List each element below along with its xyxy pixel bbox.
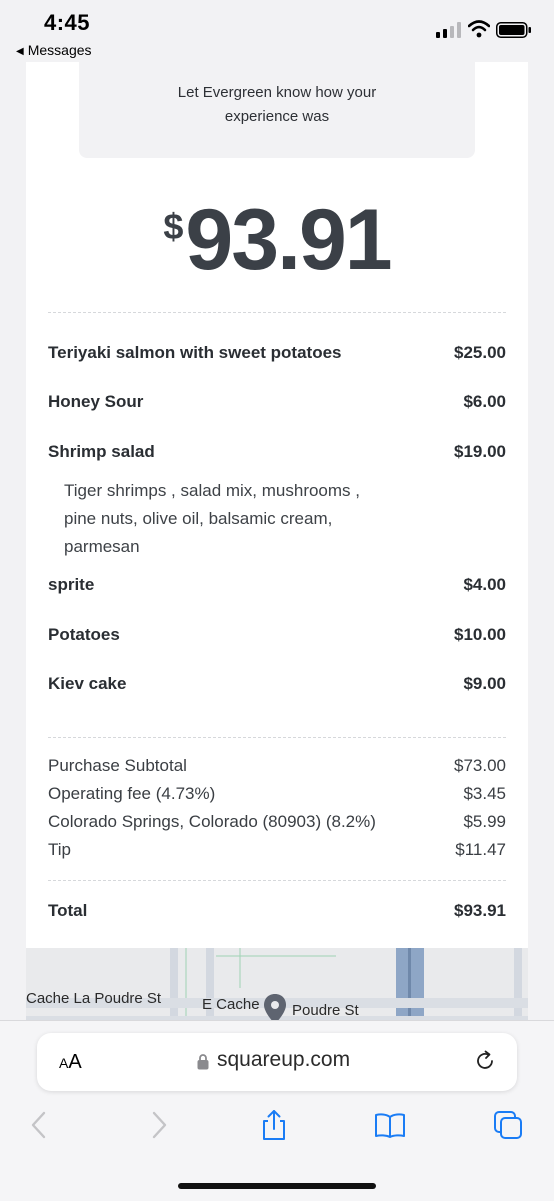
summary-label: Colorado Springs, Colorado (80903) (8.2%… <box>48 812 376 831</box>
item-price: $19.00 <box>454 442 506 461</box>
receipt-card: Let Evergreen know how your experience w… <box>26 62 528 948</box>
map-street-label: Poudre St <box>292 1002 359 1019</box>
bookmarks-icon[interactable] <box>374 1109 406 1141</box>
summary-row: Purchase Subtotal $73.00 <box>48 756 506 780</box>
item-name: Potatoes <box>48 625 120 644</box>
item-name: Teriyaki salmon with sweet potatoes <box>48 343 342 362</box>
item-price: $6.00 <box>463 392 506 411</box>
text-size-large-a: A <box>68 1051 82 1073</box>
summary-label: Purchase Subtotal <box>48 756 187 775</box>
summary-value: $3.45 <box>463 784 506 803</box>
feedback-text-line1: Let Evergreen know how your <box>177 84 377 101</box>
total-row: Total $93.91 <box>48 901 506 925</box>
summary-label: Tip <box>48 840 71 859</box>
browser-toolbar: AA squareup.com <box>0 1020 554 1201</box>
item-description-line: Tiger shrimps , salad mix, mushrooms , <box>64 481 360 500</box>
line-item: Teriyaki salmon with sweet potatoes $25.… <box>48 343 506 367</box>
location-map[interactable]: Cache La Poudre St E Cache Poudre St <box>26 948 528 1024</box>
tabs-icon[interactable] <box>492 1109 524 1141</box>
summary-value: $73.00 <box>454 756 506 775</box>
item-description: Tiger shrimps , salad mix, mushrooms , p… <box>64 477 444 561</box>
summary-value: $11.47 <box>455 840 506 859</box>
amount-value: 93.91 <box>185 192 392 288</box>
map-street-label: E Cache <box>202 996 260 1013</box>
back-app-label: Messages <box>27 42 92 58</box>
item-name: Shrimp salad <box>48 442 155 461</box>
divider <box>48 737 506 738</box>
item-description-line: parmesan <box>64 537 140 556</box>
item-name: Honey Sour <box>48 392 144 411</box>
total-label: Total <box>48 901 88 920</box>
item-price: $9.00 <box>463 674 506 693</box>
address-bar[interactable]: AA squareup.com <box>37 1033 517 1091</box>
wifi-icon <box>468 20 490 38</box>
line-item: Potatoes $10.00 <box>48 625 506 649</box>
item-price: $25.00 <box>454 343 506 362</box>
lock-icon <box>197 1054 209 1070</box>
item-description-line: pine nuts, olive oil, balsamic cream, <box>64 509 333 528</box>
feedback-prompt[interactable]: Let Evergreen know how your experience w… <box>79 62 475 158</box>
forward-arrow-icon[interactable] <box>142 1109 174 1141</box>
summary-row: Operating fee (4.73%) $3.45 <box>48 784 506 808</box>
summary-value: $5.99 <box>463 812 506 831</box>
feedback-text-line2: experience was <box>224 108 330 125</box>
status-time: 4:45 <box>44 10 91 35</box>
back-arrow-icon[interactable] <box>24 1109 56 1141</box>
status-bar: 4:45 ◀ Messages <box>0 0 554 62</box>
divider <box>48 880 506 881</box>
text-size-small-a: A <box>59 1055 69 1071</box>
home-indicator[interactable] <box>178 1183 376 1189</box>
summary-row: Tip $11.47 <box>48 840 506 864</box>
total-value: $93.91 <box>454 901 506 920</box>
item-name: Kiev cake <box>48 674 127 693</box>
cellular-signal-icon <box>436 22 461 38</box>
item-price: $4.00 <box>463 575 506 594</box>
battery-icon <box>496 22 531 38</box>
back-triangle-icon: ◀ <box>16 46 24 57</box>
summary-row: Colorado Springs, Colorado (80903) (8.2%… <box>48 812 506 836</box>
back-to-messages-link[interactable]: ◀ Messages <box>16 42 92 58</box>
line-item: sprite $4.00 <box>48 575 506 599</box>
reload-icon[interactable] <box>473 1049 497 1073</box>
item-name: sprite <box>48 575 95 594</box>
share-icon[interactable] <box>258 1109 290 1141</box>
map-street-label: Cache La Poudre St <box>26 990 162 1007</box>
url-text[interactable]: squareup.com <box>217 1048 350 1072</box>
amount-currency: $ <box>163 206 184 247</box>
total-amount-display: $93.91 <box>26 190 528 290</box>
summary-label: Operating fee (4.73%) <box>48 784 216 803</box>
line-item: Kiev cake $9.00 <box>48 674 506 698</box>
text-size-button[interactable]: AA <box>59 1051 82 1074</box>
line-item: Shrimp salad $19.00 <box>48 442 506 466</box>
divider <box>48 312 506 313</box>
line-item: Honey Sour $6.00 <box>48 392 506 416</box>
item-price: $10.00 <box>454 625 506 644</box>
